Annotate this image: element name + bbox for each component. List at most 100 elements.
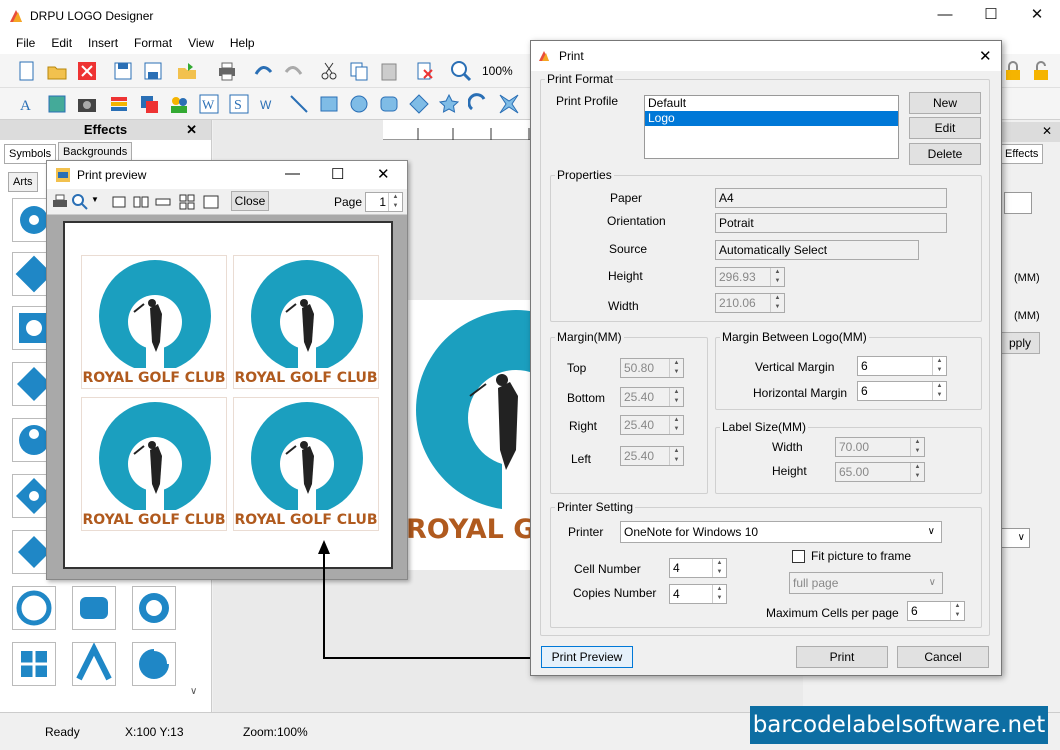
height-spinner[interactable]: ▲ ▼	[770, 268, 784, 286]
copy-icon[interactable]	[348, 60, 370, 82]
right-panel-close-icon[interactable]: ✕	[1042, 124, 1052, 138]
menu-format[interactable]: Format	[126, 36, 180, 50]
new-file-icon[interactable]	[16, 60, 38, 82]
three-pages-icon[interactable]	[155, 194, 171, 210]
label-width-spinner[interactable]: ▲ ▼	[910, 438, 924, 456]
horizontal-margin-field[interactable]: 6 ▲ ▼	[857, 381, 947, 401]
text-icon[interactable]: A	[16, 93, 38, 115]
cancel-button[interactable]: Cancel	[897, 646, 989, 668]
paste-icon[interactable]	[378, 60, 400, 82]
close-button[interactable]: ✕	[1014, 0, 1060, 32]
line-icon[interactable]	[288, 93, 310, 115]
menu-view[interactable]: View	[180, 36, 222, 50]
symbol-item[interactable]	[132, 586, 176, 630]
new-profile-button[interactable]: New	[909, 92, 981, 114]
delete-icon[interactable]	[414, 60, 436, 82]
styled-text-icon[interactable]: S	[228, 93, 250, 115]
save-icon[interactable]	[112, 60, 134, 82]
left-spinner[interactable]: ▲ ▼	[669, 447, 683, 465]
copies-number-spinner[interactable]: ▲ ▼	[712, 585, 726, 603]
print-button[interactable]: Print	[796, 646, 888, 668]
zoom-value[interactable]: 100%	[482, 64, 513, 78]
tab-effects[interactable]: Effects	[1000, 144, 1044, 164]
symbol-item[interactable]	[72, 586, 116, 630]
cut-icon[interactable]	[318, 60, 340, 82]
fullpage-dropdown-icon[interactable]: ∨	[929, 573, 936, 593]
arc-icon[interactable]	[468, 93, 490, 115]
preview-minimize-button[interactable]: —	[285, 165, 300, 182]
symbol-item[interactable]	[132, 642, 176, 686]
preview-print-icon[interactable]	[51, 193, 69, 211]
close-file-icon[interactable]	[76, 60, 98, 82]
image-icon[interactable]	[46, 93, 68, 115]
layers-icon[interactable]	[108, 93, 130, 115]
effects-close-icon[interactable]: ✕	[186, 120, 197, 140]
print-profile-list[interactable]: Default Logo	[644, 95, 899, 159]
bottom-spinner[interactable]: ▲ ▼	[669, 388, 683, 406]
height-field[interactable]: 296.93 ▲ ▼	[715, 267, 785, 287]
edit-profile-button[interactable]: Edit	[909, 117, 981, 139]
right-spinner[interactable]: ▲ ▼	[669, 416, 683, 434]
print-icon[interactable]	[216, 60, 238, 82]
wave-text-icon[interactable]: W	[258, 93, 280, 115]
right-panel-dropdown[interactable]: ∨	[1000, 528, 1030, 548]
label-height-spinner[interactable]: ▲ ▼	[910, 463, 924, 481]
redo-icon[interactable]	[282, 60, 304, 82]
label-width-field[interactable]: 70.00 ▲ ▼	[835, 437, 925, 457]
users-icon[interactable]	[168, 93, 190, 115]
page-number-input[interactable]: 1 ▲ ▼	[365, 192, 403, 212]
delete-profile-button[interactable]: Delete	[909, 143, 981, 165]
profile-item-logo[interactable]: Logo	[645, 111, 898, 126]
print-preview-button[interactable]: Print Preview	[541, 646, 633, 668]
zoom-icon[interactable]	[450, 60, 472, 82]
width-field[interactable]: 210.06 ▲ ▼	[715, 293, 785, 313]
page-spinner[interactable]: ▲ ▼	[388, 193, 402, 211]
unlock-icon[interactable]	[1030, 60, 1052, 82]
tab-backgrounds[interactable]: Backgrounds	[58, 142, 133, 162]
cell-number-spinner[interactable]: ▲ ▼	[712, 559, 726, 577]
menu-insert[interactable]: Insert	[80, 36, 126, 50]
width-spinner[interactable]: ▲ ▼	[770, 294, 784, 312]
six-pages-icon[interactable]	[203, 194, 219, 210]
ellipse-icon[interactable]	[348, 93, 370, 115]
orientation-field[interactable]: Potrait	[715, 213, 947, 233]
minimize-button[interactable]: —	[922, 0, 968, 32]
four-pages-icon[interactable]	[179, 194, 195, 210]
max-cells-spinner[interactable]: ▲ ▼	[950, 602, 964, 620]
copies-number-field[interactable]: 4 ▲ ▼	[669, 584, 727, 604]
top-margin-field[interactable]: 50.80 ▲ ▼	[620, 358, 684, 378]
vertical-margin-spinner[interactable]: ▲ ▼	[932, 357, 946, 375]
save-as-icon[interactable]	[142, 60, 164, 82]
preview-maximize-button[interactable]: ☐	[331, 165, 344, 183]
fullpage-select[interactable]: full page ∨	[789, 572, 943, 594]
symbol-item[interactable]	[12, 642, 56, 686]
right-margin-field[interactable]: 25.40 ▲ ▼	[620, 415, 684, 435]
cell-number-field[interactable]: 4 ▲ ▼	[669, 558, 727, 578]
menu-file[interactable]: File	[0, 36, 43, 50]
vertical-margin-field[interactable]: 6 ▲ ▼	[857, 356, 947, 376]
diamond-icon[interactable]	[408, 93, 430, 115]
open-folder-icon[interactable]	[46, 60, 68, 82]
canvas-logo[interactable]: ROYAL GOF	[406, 300, 577, 570]
preview-close-btn[interactable]: Close	[231, 191, 269, 211]
zoom-dropdown-icon[interactable]: ▼	[91, 195, 99, 204]
bottom-margin-field[interactable]: 25.40 ▲ ▼	[620, 387, 684, 407]
undo-icon[interactable]	[252, 60, 274, 82]
symbol-item[interactable]	[12, 586, 56, 630]
export-icon[interactable]	[176, 60, 198, 82]
top-spinner[interactable]: ▲ ▼	[669, 359, 683, 377]
menu-edit[interactable]: Edit	[43, 36, 80, 50]
printer-select[interactable]: OneNote for Windows 10 ∨	[620, 521, 942, 543]
fit-picture-checkbox[interactable]	[792, 550, 805, 563]
scroll-down-icon[interactable]: ∨	[190, 686, 197, 697]
word-art-icon[interactable]: W	[198, 93, 220, 115]
star-icon[interactable]	[438, 93, 460, 115]
left-margin-field[interactable]: 25.40 ▲ ▼	[620, 446, 684, 466]
rectangle-icon[interactable]	[318, 93, 340, 115]
apply-button[interactable]: pply	[1000, 332, 1040, 354]
source-field[interactable]: Automatically Select	[715, 240, 919, 260]
rounded-rect-icon[interactable]	[378, 93, 400, 115]
preview-close-button[interactable]: ✕	[377, 165, 390, 183]
shapes-icon[interactable]	[138, 93, 160, 115]
right-panel-input[interactable]	[1004, 192, 1032, 214]
